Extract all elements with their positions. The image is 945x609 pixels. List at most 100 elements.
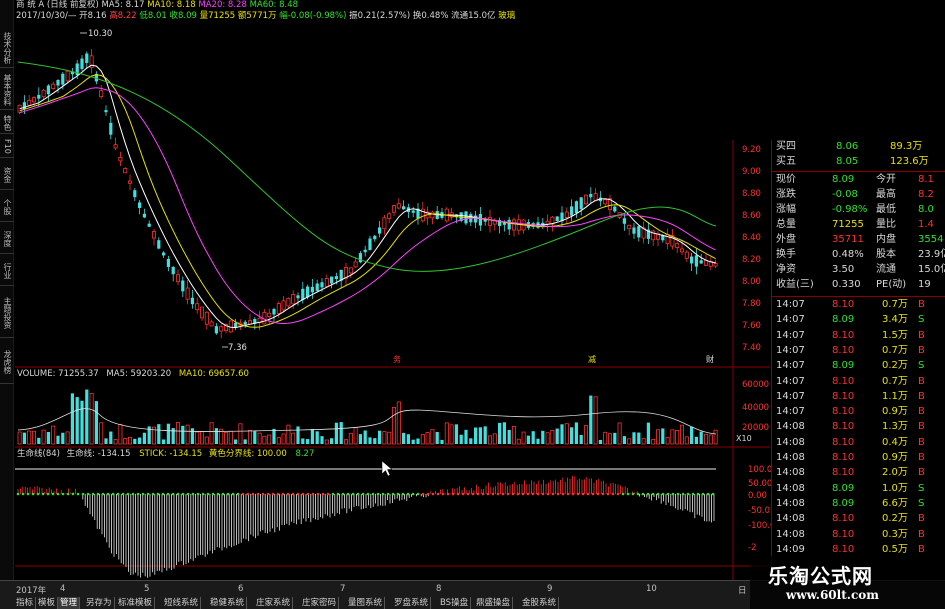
watermark-url: www.60lt.com — [786, 588, 879, 602]
tick-volume: 0.2万 — [882, 513, 908, 525]
bottom-tab[interactable]: 量图系统 — [346, 597, 386, 609]
tick-row: 14:07 8.10 0.7万 B — [772, 298, 945, 312]
candle-body — [291, 294, 296, 305]
candle-body — [694, 255, 698, 267]
tick-volume: 1.1万 — [882, 390, 908, 402]
zero-line-dot — [176, 492, 180, 496]
zero-line-dot — [361, 492, 365, 496]
candle-body — [555, 216, 559, 221]
candle-body — [315, 283, 319, 291]
candle-body — [133, 190, 137, 198]
zero-line-dot — [211, 492, 215, 496]
tick-time: 14:08 — [776, 497, 805, 509]
volume-bar — [560, 424, 564, 444]
tick-row: 14:09 8.10 0.5万 B — [772, 543, 945, 557]
zero-line-dot — [676, 492, 680, 496]
volume-bar — [487, 435, 492, 445]
indicator-sticks — [16, 475, 715, 578]
price-tick: 8.20 — [742, 255, 761, 265]
volume-bar — [656, 429, 661, 445]
volume-bar — [368, 437, 372, 444]
tick-time: 14:08 — [776, 513, 805, 525]
tick-volume: 0.7万 — [882, 299, 908, 310]
volume-bar — [589, 395, 593, 444]
zero-line-dot — [421, 492, 425, 496]
volume-bar — [142, 432, 146, 444]
bottom-tab[interactable]: 标准模板 — [116, 597, 156, 609]
ask5-volume: 123.6万 — [890, 156, 929, 167]
zero-line-dot — [116, 492, 120, 496]
zero-line-dot — [576, 492, 580, 496]
stat-label: PE(动) — [876, 279, 907, 290]
candle-body — [151, 231, 156, 239]
tick-price: 8.10 — [832, 436, 855, 448]
zero-line-dot — [431, 492, 435, 496]
bottom-tab[interactable]: 另存为 — [84, 597, 115, 609]
zero-line-dot — [186, 492, 190, 496]
event-marker-1[interactable]: 务 — [393, 354, 401, 364]
volume-bar — [382, 431, 387, 445]
candle-body — [430, 211, 435, 219]
zero-line-dot — [551, 492, 555, 496]
tick-side: B — [918, 436, 925, 448]
candle-body — [622, 218, 626, 224]
volume-bar — [51, 425, 56, 445]
candle-body — [593, 193, 598, 201]
candle-body — [343, 267, 348, 279]
zero-line-dot — [636, 492, 640, 496]
zero-line-dot — [466, 492, 470, 496]
volume-bar — [247, 429, 252, 445]
bottom-tab[interactable]: 短线系统 — [162, 597, 202, 609]
bottom-tab[interactable]: 罗盘系统 — [392, 597, 432, 609]
candle-body — [286, 297, 291, 307]
x-axis-label: 6 — [238, 584, 244, 594]
volume-bar — [603, 431, 608, 445]
stat-label: 换手 — [776, 249, 796, 260]
bottom-tab[interactable]: 庄家系统 — [254, 597, 294, 609]
bottom-tab[interactable]: 稳健系统 — [208, 597, 248, 609]
volume-bar — [75, 397, 79, 444]
volume-bar — [632, 432, 636, 444]
volume-bar — [545, 432, 550, 445]
event-marker-2[interactable]: 减 — [588, 354, 596, 364]
stat-value: 0.48% — [832, 249, 864, 260]
bottom-tab[interactable]: BS操盘 — [438, 597, 472, 609]
tick-side: B — [918, 375, 925, 387]
volume-bar — [358, 434, 362, 444]
volume-bar — [411, 439, 415, 444]
indicator-name[interactable]: 生命线(84) — [17, 448, 60, 459]
event-marker-3[interactable]: 财 — [706, 354, 714, 364]
bottom-tab[interactable]: 金股系统 — [520, 597, 560, 609]
period-label[interactable]: 日 — [738, 584, 747, 596]
tick-price: 8.10 — [832, 421, 855, 433]
volume-bar — [133, 438, 137, 444]
x-axis-label: 5 — [144, 584, 150, 594]
volume-bar — [41, 429, 46, 445]
candle-body — [330, 276, 334, 284]
candle-body — [680, 248, 685, 253]
ask4-price: 8.06 — [836, 141, 859, 152]
zero-line-dot — [266, 492, 270, 496]
ask4-row: 买四 8.06 89.3万 — [772, 140, 945, 154]
stat-label: 最高 — [876, 189, 896, 200]
zero-line-dot — [91, 492, 95, 496]
candle-body — [382, 217, 387, 230]
volume-bar — [104, 438, 108, 444]
volume-bar — [324, 439, 329, 445]
zero-line-dot — [341, 492, 345, 496]
zero-line-dot — [446, 492, 450, 496]
zero-line-dot — [316, 492, 320, 496]
volume-bar — [598, 439, 602, 444]
volume-bar — [166, 423, 170, 444]
bottom-tab[interactable]: 庄家密码 — [300, 597, 340, 609]
bottom-tab[interactable]: 管理 — [58, 597, 81, 609]
stat-label: 内盘 — [876, 234, 896, 245]
tick-side: B — [918, 406, 925, 418]
zero-line-dot — [456, 492, 460, 496]
zero-line-dot — [71, 492, 75, 496]
bottom-tab[interactable]: 鼎盛操盘 — [474, 597, 514, 609]
stat-value: 3.50 — [832, 264, 855, 275]
bottom-tab[interactable]: 指标 — [14, 597, 37, 609]
candle-body — [358, 253, 362, 263]
bottom-tab[interactable]: 模板 — [36, 597, 59, 609]
